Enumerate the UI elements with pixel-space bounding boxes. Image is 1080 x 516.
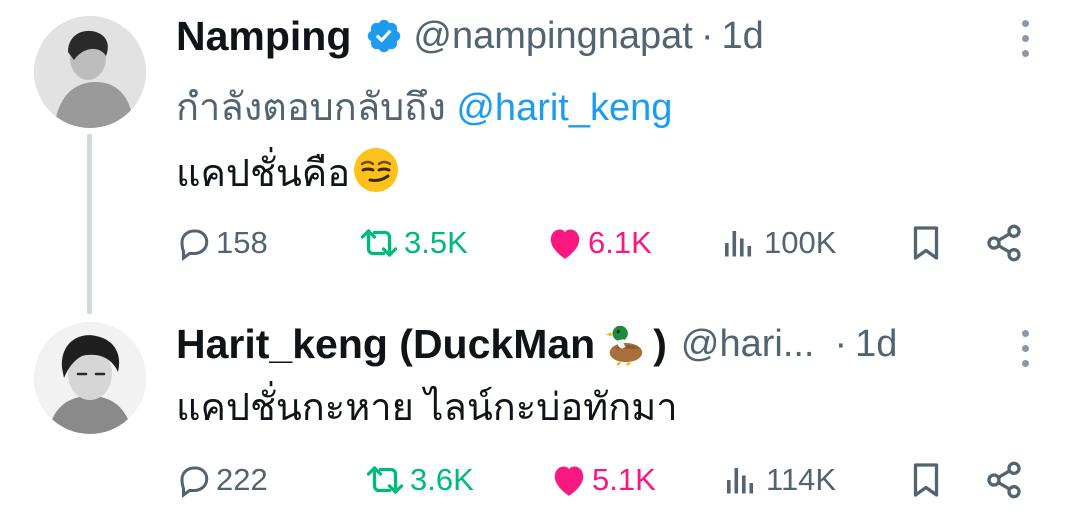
retweet-icon	[360, 229, 398, 257]
retweet-button[interactable]: 3.6K	[364, 456, 474, 504]
reply-icon	[180, 229, 209, 261]
tweet-text: แคปชั่นกะหาย ไลน์กะบ่อทักมา	[176, 387, 678, 429]
views-button[interactable]: 114K	[722, 456, 836, 504]
share-icon	[987, 461, 1021, 499]
separator-dot: ·	[834, 322, 848, 365]
more-options-icon[interactable]	[1020, 330, 1030, 367]
verified-badge-icon	[368, 19, 401, 53]
mention-link[interactable]: @harit_keng	[456, 87, 672, 129]
like-count: 5.1K	[592, 462, 656, 497]
display-name[interactable]: Namping	[176, 13, 351, 60]
share-icon	[987, 224, 1021, 262]
thread-line	[87, 134, 92, 314]
retweet-button[interactable]: 3.5K	[358, 219, 468, 267]
views-count: 114K	[766, 462, 837, 497]
views-chart-icon	[725, 231, 752, 257]
like-button[interactable]: 5.1K	[550, 456, 656, 504]
heart-icon	[550, 229, 580, 259]
replying-to-label: กำลังตอบกลับถึง	[176, 87, 446, 129]
bookmark-icon	[913, 463, 939, 497]
views-chart-icon	[727, 468, 754, 494]
views-count: 100K	[764, 225, 837, 260]
handle[interactable]: @nampingnapat	[413, 15, 692, 58]
reply-button[interactable]: 222	[176, 456, 268, 504]
tweet-namping[interactable]: Namping @nampingnapat · 1d กำลังตอบกลับถ…	[0, 0, 1080, 314]
display-name-end: )	[653, 321, 667, 367]
display-name[interactable]: Harit_keng (DuckMan )	[176, 320, 667, 368]
share-button[interactable]	[984, 456, 1024, 504]
separator-dot: ·	[700, 14, 714, 57]
reply-count: 222	[216, 462, 268, 497]
like-button[interactable]: 6.1K	[546, 219, 652, 267]
bookmark-button[interactable]	[908, 219, 944, 267]
retweet-icon	[366, 466, 404, 494]
share-button[interactable]	[984, 219, 1024, 267]
retweet-count: 3.6K	[410, 462, 474, 497]
avatar-namping[interactable]	[34, 16, 146, 128]
avatar-harit-keng[interactable]	[34, 322, 146, 434]
action-bar: 158 3.5K 6.1K 100K	[176, 219, 1036, 267]
reply-icon	[180, 466, 209, 498]
like-count: 6.1K	[588, 225, 652, 260]
bookmark-button[interactable]	[908, 456, 944, 504]
replying-to: กำลังตอบกลับถึง @harit_keng	[176, 76, 672, 137]
smirking-face-icon	[354, 148, 399, 192]
duck-icon	[606, 325, 643, 366]
tweet-header: Namping @nampingnapat · 1d	[176, 8, 764, 64]
timestamp[interactable]: 1d	[722, 15, 764, 58]
tweet-header: Harit_keng (DuckMan ) @hari... · 1d	[176, 316, 897, 372]
reply-button[interactable]: 158	[176, 219, 268, 267]
display-name-start: Harit_keng (DuckMan	[176, 321, 596, 367]
more-options-icon[interactable]	[1020, 20, 1030, 57]
tweet-text: แคปชั่นคือ	[176, 142, 400, 203]
tweet-harit-keng[interactable]: Harit_keng (DuckMan ) @hari... · 1d แคปช…	[0, 316, 1080, 516]
views-button[interactable]: 100K	[720, 219, 836, 267]
heart-icon	[554, 466, 584, 496]
retweet-count: 3.5K	[404, 225, 468, 260]
tweet-text-content: แคปชั่นคือ	[176, 153, 351, 195]
handle[interactable]: @hari...	[681, 323, 815, 366]
reply-count: 158	[216, 225, 268, 260]
timestamp[interactable]: 1d	[855, 323, 897, 366]
action-bar: 222 3.6K 5.1K 114K	[176, 456, 1036, 504]
bookmark-icon	[913, 226, 939, 260]
